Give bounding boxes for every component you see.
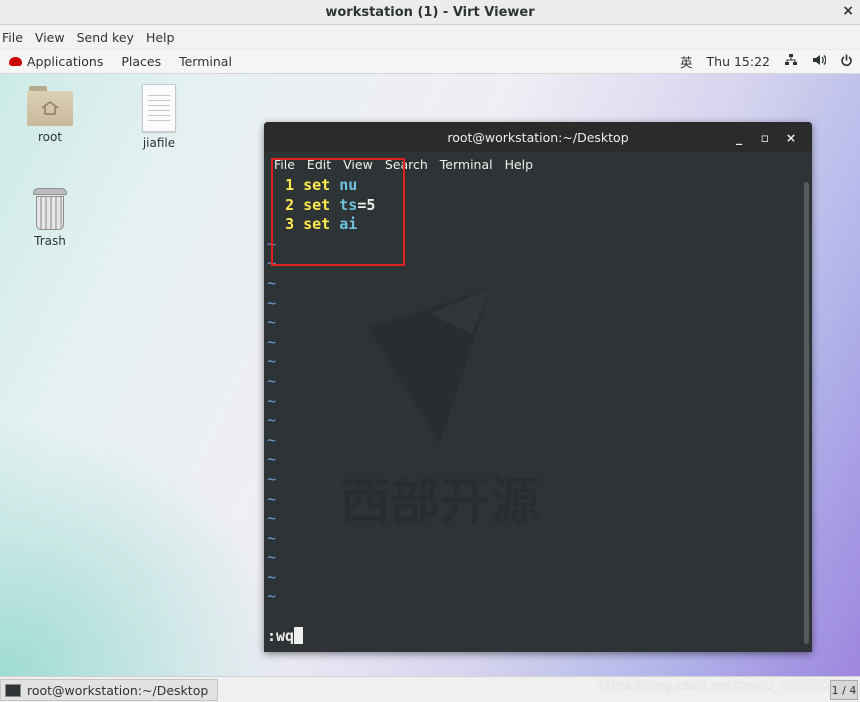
menu-send-key[interactable]: Send key (71, 30, 140, 45)
tilde-marker: ~ (267, 450, 277, 469)
places-menu[interactable]: Places (112, 54, 170, 69)
bottom-taskbar: root@workstation:~/Desktop https://blog.… (0, 676, 860, 702)
applications-label: Applications (27, 54, 104, 69)
desktop-icon-trash[interactable]: Trash (15, 188, 85, 248)
volume-icon[interactable] (805, 54, 833, 69)
window-title: workstation (1) - Virt Viewer (325, 4, 535, 20)
terminal-icon (5, 683, 21, 697)
close-icon[interactable]: × (778, 130, 804, 145)
desktop: root jiafile Trash root@workstation:~/De… (0, 74, 860, 676)
tilde-marker: ~ (267, 528, 277, 547)
text-cursor (294, 627, 304, 644)
term-menu-help[interactable]: Help (499, 157, 540, 172)
workspace-switcher[interactable]: 1 / 4 (830, 680, 858, 700)
tilde-marker: ~ (267, 411, 277, 430)
top-panel: Applications Places Terminal 英 Thu 15:22 (0, 50, 860, 74)
tilde-marker: ~ (267, 371, 277, 390)
tilde-marker: ~ (267, 273, 277, 292)
home-folder-icon (27, 86, 73, 126)
csdn-watermark: https://blog.csdn.net/baidu_40389082 (597, 679, 846, 694)
tilde-marker: ~ (267, 489, 277, 508)
input-method-indicator[interactable]: 英 (673, 52, 700, 71)
terminal-title: root@workstation:~/Desktop (447, 129, 629, 145)
term-menu-terminal[interactable]: Terminal (434, 157, 499, 172)
menu-view[interactable]: View (29, 30, 71, 45)
menu-help[interactable]: Help (140, 30, 181, 45)
tilde-marker: ~ (267, 391, 277, 410)
viewer-menubar: File View Send key Help (0, 25, 860, 49)
vim-command-line: :wq (267, 627, 304, 645)
terminal-menu[interactable]: Terminal (170, 54, 241, 69)
tilde-marker: ~ (267, 332, 277, 351)
menu-file[interactable]: File (0, 30, 29, 45)
system-tray: 英 Thu 15:22 (673, 50, 860, 73)
maximize-icon[interactable]: ▫ (752, 130, 778, 145)
terminal-scrollbar[interactable] (804, 182, 809, 644)
tilde-marker: ~ (267, 548, 277, 567)
empty-line-markers: ~ ~ ~ ~ ~ ~ ~ ~ ~ ~ ~ ~ ~ ~ ~ ~ ~ ~ ~ (264, 235, 804, 607)
tilde-marker: ~ (267, 469, 277, 488)
redhat-icon (9, 57, 22, 66)
text-file-icon (142, 84, 176, 132)
taskbar-window-label: root@workstation:~/Desktop (27, 682, 209, 698)
tilde-marker: ~ (267, 587, 277, 606)
tilde-marker: ~ (267, 313, 277, 332)
tilde-marker: ~ (267, 567, 277, 586)
guest-screen: Applications Places Terminal 英 Thu 15:22… (0, 50, 860, 702)
tilde-marker: ~ (267, 352, 277, 371)
tilde-marker: ~ (267, 430, 277, 449)
clock[interactable]: Thu 15:22 (700, 54, 777, 69)
minimize-icon[interactable]: _ (726, 130, 752, 145)
applications-menu[interactable]: Applications (0, 54, 112, 69)
power-icon[interactable] (833, 54, 860, 70)
desktop-icon-label: root (37, 130, 63, 144)
tilde-marker: ~ (267, 509, 277, 528)
network-icon[interactable] (777, 54, 805, 69)
trash-icon (33, 188, 67, 230)
desktop-icon-jiafile[interactable]: jiafile (124, 84, 194, 150)
tilde-marker: ~ (267, 293, 277, 312)
annotation-highlight-box (271, 158, 405, 266)
taskbar-window-button[interactable]: root@workstation:~/Desktop (0, 679, 218, 701)
desktop-icon-root[interactable]: root (15, 86, 85, 144)
desktop-icon-label: jiafile (142, 136, 176, 150)
desktop-icon-label: Trash (34, 234, 66, 248)
window-titlebar: workstation (1) - Virt Viewer × (0, 0, 860, 25)
terminal-titlebar[interactable]: root@workstation:~/Desktop _ ▫ × (264, 122, 812, 152)
close-icon[interactable]: × (842, 3, 854, 19)
